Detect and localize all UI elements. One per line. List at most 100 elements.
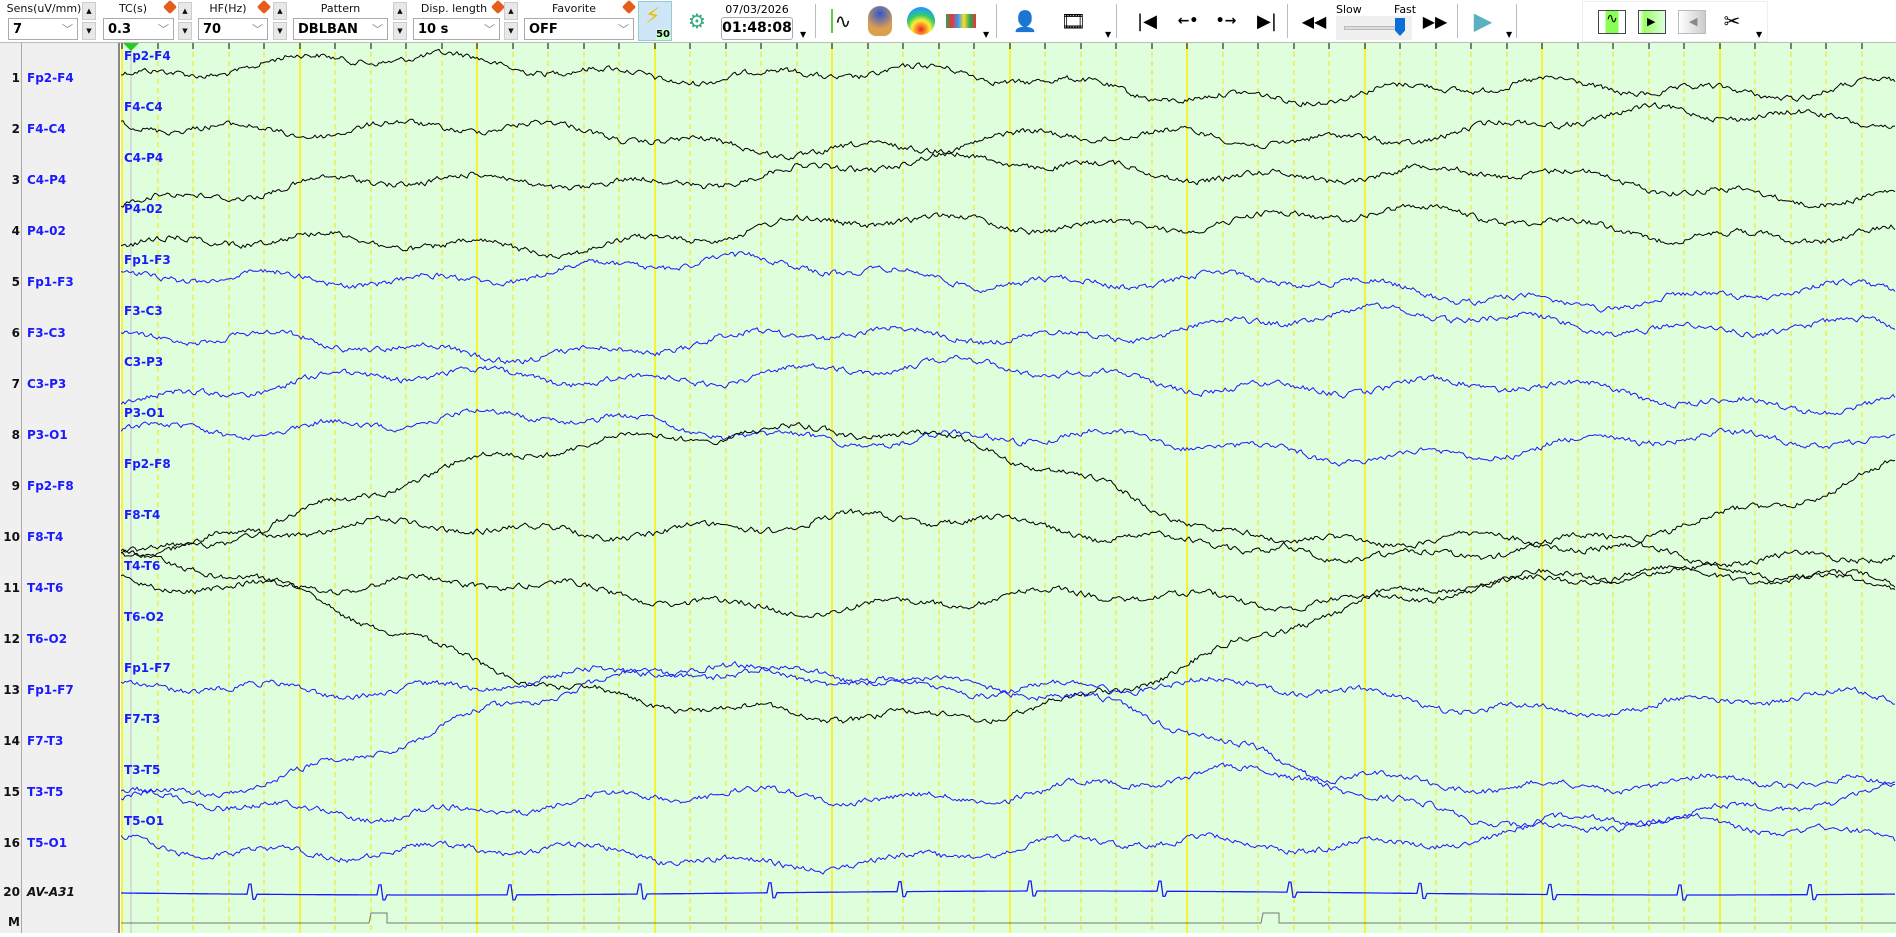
channel-label[interactable]: 5 Fp1-F3	[0, 275, 118, 291]
trace-label: Fp2-F4	[124, 49, 171, 63]
trace-label: C3-P3	[124, 355, 164, 369]
chevron-down-icon: ﹀	[372, 23, 383, 36]
eeg-trace	[120, 660, 1895, 718]
go-end-button[interactable]: ▶|	[1255, 6, 1279, 36]
channel-label[interactable]: 3 C4-P4	[0, 173, 118, 189]
sens-label: Sens(uV/mm)	[6, 2, 82, 15]
channel-label[interactable]: 11 T4-T6	[0, 581, 118, 597]
pencil-icon[interactable]	[256, 0, 272, 15]
favorite-label: Favorite	[552, 2, 596, 15]
ecg-channel-label[interactable]: 20 AV-A31	[0, 885, 118, 901]
cut-clip-button[interactable]: ✂	[1717, 6, 1747, 36]
channel-number: 1	[11, 71, 20, 85]
channel-number: 15	[3, 785, 20, 799]
channel-number: 12	[3, 632, 20, 646]
speed-slider[interactable]	[1336, 16, 1412, 40]
channel-label[interactable]: 9 Fp2-F8	[0, 479, 118, 495]
down-icon[interactable]: ▼	[273, 22, 287, 40]
channel-name: C4-P4	[27, 173, 67, 187]
trace-label: F8-T4	[124, 508, 161, 522]
rewind-button[interactable]: ◀◀	[1298, 6, 1330, 36]
separator	[1516, 4, 1517, 38]
scissors-icon: ✂	[1723, 9, 1741, 33]
eeg-trace	[120, 812, 1896, 875]
channel-label[interactable]: 6 F3-C3	[0, 326, 118, 342]
pencil-icon[interactable]	[621, 0, 637, 15]
channel-label[interactable]: 16 T5-O1	[0, 836, 118, 852]
down-icon[interactable]: ▼	[178, 22, 192, 40]
dropdown-arrow-icon[interactable]: ▼	[800, 30, 806, 39]
up-icon[interactable]: ▲	[178, 2, 192, 20]
sens-stepper[interactable]: ▲ ▼	[82, 2, 96, 40]
pattern-stepper[interactable]: ▲ ▼	[393, 2, 407, 40]
step-forward-button[interactable]: •→	[1211, 6, 1241, 36]
disp-length-label: Disp. length	[420, 2, 488, 15]
up-icon[interactable]: ▲	[273, 2, 287, 20]
up-icon[interactable]: ▲	[504, 2, 518, 20]
channel-number: 4	[11, 224, 20, 238]
video-button[interactable]: 🎞	[1058, 6, 1089, 36]
electrode-gear-icon: ⚙	[688, 9, 706, 33]
step-back-button[interactable]: ←•	[1173, 6, 1203, 36]
patient-info-button[interactable]: 👤	[1009, 6, 1041, 36]
slider-thumb[interactable]	[1395, 18, 1405, 36]
topography-button[interactable]	[906, 6, 936, 36]
spectrogram-icon	[945, 14, 976, 28]
channel-label[interactable]: 2 F4-C4	[0, 122, 118, 138]
clip-start-button[interactable]: ▶	[1638, 10, 1666, 34]
electrode-settings-button[interactable]: ⚙	[680, 6, 714, 36]
waveform-cursor-button[interactable]: ∿	[826, 6, 856, 36]
eeg-trace	[120, 421, 1896, 564]
channel-label[interactable]: 14 F7-T3	[0, 734, 118, 750]
pencil-icon[interactable]	[162, 0, 178, 15]
channel-label[interactable]: 4 P4-02	[0, 224, 118, 240]
hf-stepper[interactable]: ▲ ▼	[273, 2, 287, 40]
dropdown-arrow-icon[interactable]: ▼	[983, 30, 989, 39]
time-display[interactable]: 01:48:08	[721, 17, 793, 40]
dropdown-arrow-icon[interactable]: ▼	[1756, 30, 1762, 39]
favorite-select[interactable]: OFF ﹀	[524, 18, 634, 40]
channel-name: P3-O1	[27, 428, 68, 442]
eeg-trace	[120, 565, 1896, 618]
sens-select[interactable]: 7 ﹀	[8, 18, 78, 40]
up-icon[interactable]: ▲	[393, 2, 407, 20]
channel-label[interactable]: 8 P3-O1	[0, 428, 118, 444]
go-start-button[interactable]: |◀	[1135, 6, 1159, 36]
dropdown-arrow-icon[interactable]: ▼	[1105, 30, 1111, 39]
channel-name: T3-T5	[27, 785, 64, 799]
channel-label[interactable]: 12 T6-O2	[0, 632, 118, 648]
head-map-button[interactable]	[866, 6, 894, 36]
pattern-select[interactable]: DBLBAN ﹀	[293, 18, 388, 40]
rewind-icon: ◀◀	[1301, 11, 1327, 31]
clip-end-button[interactable]: ◀	[1678, 10, 1706, 34]
down-icon[interactable]: ▼	[393, 22, 407, 40]
topography-icon	[907, 7, 935, 35]
eeg-traces	[120, 43, 1896, 933]
channel-label[interactable]: 1 Fp2-F4	[0, 71, 118, 87]
eeg-plot-area[interactable]: Fp2-F4 F4-C4 C4-P4 P4-02 Fp1-F3 F3-C3 C3-P3 P3-…	[120, 43, 1896, 933]
filter-badge: 50	[656, 29, 670, 40]
trace-label: T5-O1	[124, 814, 165, 828]
play-button[interactable]: ▶	[1471, 6, 1495, 36]
disp-length-select[interactable]: 10 s ﹀	[413, 18, 500, 40]
fast-forward-button[interactable]: ▶▶	[1418, 6, 1452, 36]
disp-length-stepper[interactable]: ▲ ▼	[504, 2, 518, 40]
down-icon[interactable]: ▼	[82, 22, 96, 40]
dropdown-arrow-icon[interactable]: ▼	[1506, 30, 1512, 39]
channel-label[interactable]: 7 C3-P3	[0, 377, 118, 393]
channel-label[interactable]: 15 T3-T5	[0, 785, 118, 801]
down-icon[interactable]: ▼	[504, 22, 518, 40]
channel-label[interactable]: 10 F8-T4	[0, 530, 118, 546]
spectrogram-button[interactable]	[945, 6, 976, 36]
hf-select[interactable]: 70 ﹀	[198, 18, 268, 40]
clip-select-button[interactable]: ∿	[1598, 10, 1626, 34]
tc-stepper[interactable]: ▲ ▼	[178, 2, 192, 40]
channel-label[interactable]: 13 Fp1-F7	[0, 683, 118, 699]
channel-number: 2	[11, 122, 20, 136]
tc-select[interactable]: 0.3 ﹀	[103, 18, 174, 40]
marker-label: M	[8, 915, 20, 929]
up-icon[interactable]: ▲	[82, 2, 96, 20]
step-forward-icon: •→	[1215, 13, 1237, 29]
notch-filter-button[interactable]: ⚡ 50	[638, 1, 672, 41]
separator	[1116, 4, 1117, 38]
